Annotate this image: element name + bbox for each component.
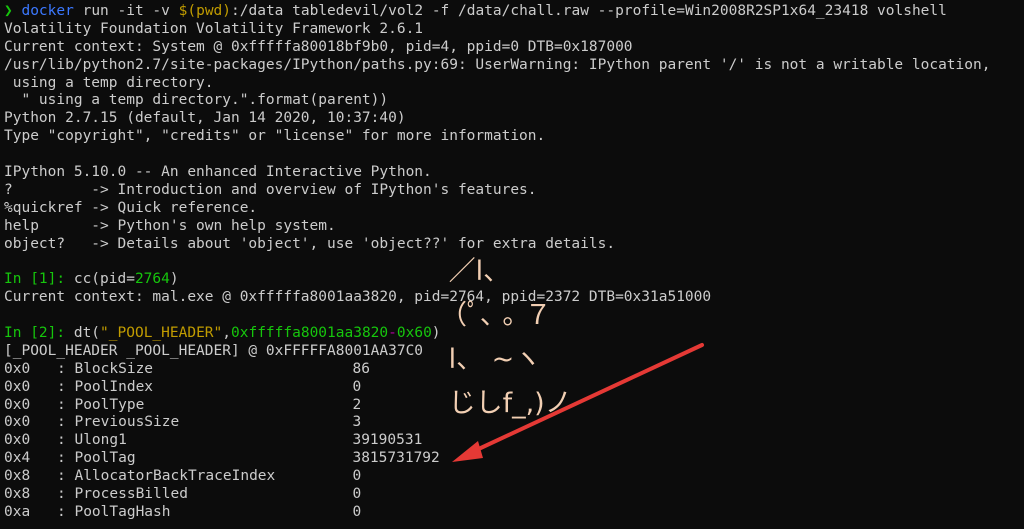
field-offset: 0x0: [4, 432, 31, 449]
command-line: ❯ docker run -it -v $(pwd):/data tablede…: [4, 3, 1024, 21]
field-name: PoolTagHash: [74, 503, 171, 520]
input-prompt: In [2]:: [4, 325, 74, 342]
field-offset: 0x0: [4, 360, 31, 377]
input-code: cc(pid=: [73, 271, 135, 288]
field-value: 0: [352, 503, 362, 520]
field-name: PoolIndex: [74, 378, 154, 395]
input-close: ): [431, 325, 441, 342]
command-program: docker: [21, 3, 74, 19]
banner-line: Volatility Foundation Volatility Framewo…: [4, 20, 424, 37]
subshell-close: ): [222, 3, 232, 19]
field-value: 0: [352, 486, 362, 503]
field-separator: :: [57, 503, 75, 520]
command-args-rest: :/data tabledevil/vol2 -f /data/chall.ra…: [231, 3, 947, 19]
banner-line: object? -> Details about 'object', use '…: [4, 235, 616, 252]
output-line-1: Current context: mal.exe @ 0xfffffa8001a…: [4, 289, 712, 306]
field-separator: :: [57, 450, 75, 467]
field-offset: 0x0: [4, 396, 31, 413]
field-separator: :: [57, 432, 75, 449]
field-separator: :: [57, 414, 75, 431]
field-offset: 0x8: [4, 468, 31, 485]
input-operator: -: [388, 325, 397, 342]
input-comma: ,: [222, 325, 231, 342]
struct-field-row: 0x0: PoolType 2: [4, 397, 1024, 415]
struct-field-row: 0x0: Ulong1 39190531: [4, 432, 1024, 450]
field-value: 86: [352, 360, 370, 377]
field-value: 39190531: [352, 432, 423, 449]
field-value: 2: [352, 396, 362, 413]
field-separator: :: [57, 360, 75, 377]
field-offset: 0x0: [4, 378, 31, 395]
field-name: BlockSize: [74, 360, 154, 377]
banner-line: %quickref -> Quick reference.: [4, 199, 258, 216]
banner-line: using a temp directory.: [4, 74, 214, 91]
field-separator: :: [57, 468, 75, 485]
banner-line: /usr/lib/python2.7/site-packages/IPython…: [4, 56, 991, 73]
field-value: 3: [352, 414, 362, 431]
banner-line: ? -> Introduction and overview of IPytho…: [4, 181, 537, 198]
field-separator: :: [57, 378, 75, 395]
field-name: AllocatorBackTraceIndex: [74, 468, 276, 485]
input-number: 2764: [134, 271, 170, 288]
input-address: 0xfffffa8001aa3820: [231, 325, 389, 342]
field-offset: 0xa: [4, 503, 31, 520]
field-name: PoolType: [74, 396, 145, 413]
field-name: ProcessBilled: [74, 486, 188, 503]
banner-line: Python 2.7.15 (default, Jan 14 2020, 10:…: [4, 110, 406, 127]
struct-field-row: 0x8: ProcessBilled 0: [4, 486, 1024, 504]
struct-field-row: 0x0: PoolIndex 0: [4, 379, 1024, 397]
banner-line: Type "copyright", "credits" or "license"…: [4, 128, 546, 145]
input-string: "_POOL_HEADER": [100, 325, 223, 342]
subshell-open: $(: [178, 3, 197, 19]
struct-field-list: 0x0: BlockSize 86 0x0: PoolIndex 0 0x0: Pool…: [4, 361, 1024, 522]
struct-field-row: 0x0: PreviousSize 3: [4, 414, 1024, 432]
terminal-output[interactable]: ❯ docker run -it -v $(pwd):/data tablede…: [4, 3, 1024, 522]
struct-header: [_POOL_HEADER _POOL_HEADER] @ 0xFFFFFA80…: [4, 342, 424, 359]
field-separator: :: [57, 396, 75, 413]
struct-field-row: 0x4: PoolTag 3815731792: [4, 450, 1024, 468]
input-line-2: In [2]: dt("_POOL_HEADER",0xfffffa8001aa…: [4, 325, 1024, 343]
field-value: 0: [352, 378, 362, 395]
banner-line: IPython 5.10.0 -- An enhanced Interactiv…: [4, 164, 432, 181]
field-offset: 0x8: [4, 486, 31, 503]
field-name: PoolTag: [74, 450, 136, 467]
banner-output: Volatility Foundation Volatility Framewo…: [4, 21, 1024, 271]
field-offset: 0x0: [4, 414, 31, 431]
input-prompt: In [1]:: [4, 271, 74, 288]
input-close: ): [169, 271, 179, 288]
input-code: dt(: [73, 325, 101, 342]
field-value: 3815731792: [352, 450, 440, 467]
subshell-command: pwd: [196, 3, 223, 19]
input-line-1: In [1]: cc(pid=2764): [4, 271, 1024, 289]
banner-line: help -> Python's own help system.: [4, 217, 336, 234]
struct-field-row: 0x8: AllocatorBackTraceIndex 0: [4, 468, 1024, 486]
struct-field-row: 0x0: BlockSize 86: [4, 361, 1024, 379]
banner-line: " using a temp directory.".format(parent…: [4, 92, 389, 109]
banner-line: [4, 146, 1024, 164]
field-name: PreviousSize: [74, 414, 180, 431]
field-value: 0: [352, 468, 362, 485]
banner-line: [4, 253, 1024, 271]
input-offset: 0x60: [396, 325, 432, 342]
banner-line: Current context: System @ 0xfffffa80018b…: [4, 38, 633, 55]
field-offset: 0x4: [4, 450, 31, 467]
struct-field-row: 0xa: PoolTagHash 0: [4, 504, 1024, 522]
prompt-arrow-icon: ❯: [4, 3, 13, 19]
command-args: run -it -v: [73, 3, 179, 19]
field-name: Ulong1: [74, 432, 127, 449]
field-separator: :: [57, 486, 75, 503]
